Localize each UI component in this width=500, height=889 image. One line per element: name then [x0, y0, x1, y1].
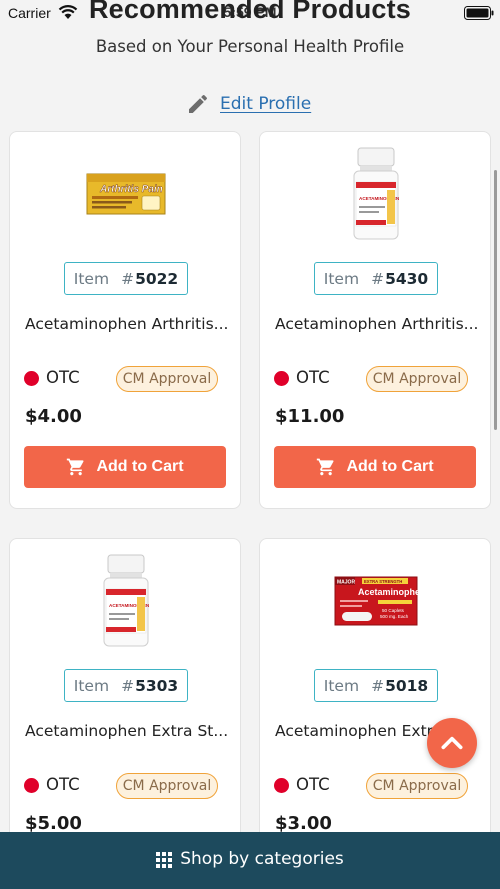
- cm-approval-badge: CM Approval: [116, 773, 218, 799]
- acetaminophen-bottle-image: ACETAMINOPHEN: [103, 554, 150, 647]
- item-number: 5022: [135, 269, 179, 288]
- grid-icon: [156, 851, 173, 868]
- add-to-cart-button[interactable]: Add to Cart: [274, 446, 476, 488]
- red-box-name-text: Acetaminophen: [358, 587, 418, 597]
- chevron-up-icon: [441, 736, 463, 750]
- product-card[interactable]: Arthritis Pain Item # 5022 Acetaminophen…: [9, 131, 241, 509]
- bottom-bar-label: Shop by categories: [180, 849, 344, 869]
- item-number-badge: Item # 5022: [64, 262, 188, 295]
- price: $3.00: [275, 813, 332, 834]
- otc-dot: [24, 371, 39, 386]
- add-to-cart-label: Add to Cart: [96, 458, 184, 475]
- product-image[interactable]: ACETAMINOPHEN: [260, 144, 492, 244]
- shop-by-categories-button[interactable]: Shop by categories: [0, 832, 500, 889]
- otc-label: OTC: [46, 368, 80, 387]
- acetaminophen-bottle-image: ACETAMINOPHEN: [353, 147, 400, 240]
- cm-approval-badge: CM Approval: [366, 773, 468, 799]
- price: $11.00: [275, 406, 345, 427]
- item-number-badge: Item # 5303: [64, 669, 188, 702]
- item-number: 5018: [385, 676, 429, 695]
- otc-dot: [274, 778, 289, 793]
- pencil-icon: [189, 94, 208, 113]
- cart-icon: [67, 458, 84, 476]
- add-to-cart-label: Add to Cart: [346, 458, 434, 475]
- item-hash: #: [371, 269, 385, 288]
- edit-profile-link[interactable]: Edit Profile: [186, 91, 311, 117]
- price: $4.00: [25, 406, 82, 427]
- otc-label: OTC: [46, 775, 80, 794]
- product-card[interactable]: MAJOR EXTRA STRENGTH Acetaminophen 50 Ca…: [259, 538, 491, 858]
- red-box-dose-text: 500 mg. Each: [380, 614, 409, 619]
- product-name[interactable]: Acetaminophen Arthritis...: [275, 315, 480, 333]
- item-hash: #: [371, 676, 385, 695]
- item-number: 5430: [385, 269, 429, 288]
- product-card[interactable]: ACETAMINOPHEN Item # 5303 Acetaminophen …: [9, 538, 241, 858]
- add-to-cart-button[interactable]: Add to Cart: [24, 446, 226, 488]
- product-image[interactable]: MAJOR EXTRA STRENGTH Acetaminophen 50 Ca…: [260, 551, 492, 651]
- otc-label: OTC: [296, 368, 330, 387]
- product-name[interactable]: Acetaminophen Arthritis...: [25, 315, 230, 333]
- box-brand-text: Arthritis Pain: [99, 184, 163, 195]
- product-name[interactable]: Acetaminophen Extra St...: [25, 722, 230, 740]
- item-prefix: Item: [323, 269, 360, 288]
- red-box-brand-text: MAJOR: [337, 580, 355, 586]
- item-prefix: Item: [323, 676, 360, 695]
- acetaminophen-red-box-image: MAJOR EXTRA STRENGTH Acetaminophen 50 Ca…: [334, 576, 418, 626]
- cart-icon: [317, 458, 334, 476]
- item-prefix: Item: [73, 269, 110, 288]
- scrollbar[interactable]: [494, 170, 497, 430]
- otc-dot: [274, 371, 289, 386]
- otc-dot: [24, 778, 39, 793]
- item-prefix: Item: [73, 676, 110, 695]
- item-number-badge: Item # 5018: [314, 669, 438, 702]
- item-number: 5303: [135, 676, 179, 695]
- scroll-to-top-button[interactable]: [427, 718, 477, 768]
- red-box-strength-text: EXTRA STRENGTH: [364, 579, 402, 584]
- cm-approval-badge: CM Approval: [116, 366, 218, 392]
- otc-label: OTC: [296, 775, 330, 794]
- page-subtitle: Based on Your Personal Health Profile: [95, 37, 405, 56]
- product-image[interactable]: ACETAMINOPHEN: [10, 551, 242, 651]
- product-card[interactable]: ACETAMINOPHEN Item # 5430 Acetaminophen …: [259, 131, 491, 509]
- edit-profile-label: Edit Profile: [220, 94, 312, 114]
- cm-approval-badge: CM Approval: [366, 366, 468, 392]
- item-hash: #: [121, 676, 135, 695]
- product-image[interactable]: Arthritis Pain: [10, 144, 242, 244]
- item-hash: #: [121, 269, 135, 288]
- price: $5.00: [25, 813, 82, 834]
- arthritis-pain-box-image: Arthritis Pain: [86, 173, 166, 215]
- page-title: Recommended Products: [88, 0, 412, 24]
- item-number-badge: Item # 5430: [314, 262, 438, 295]
- red-box-count-text: 50 Caplets: [382, 608, 405, 613]
